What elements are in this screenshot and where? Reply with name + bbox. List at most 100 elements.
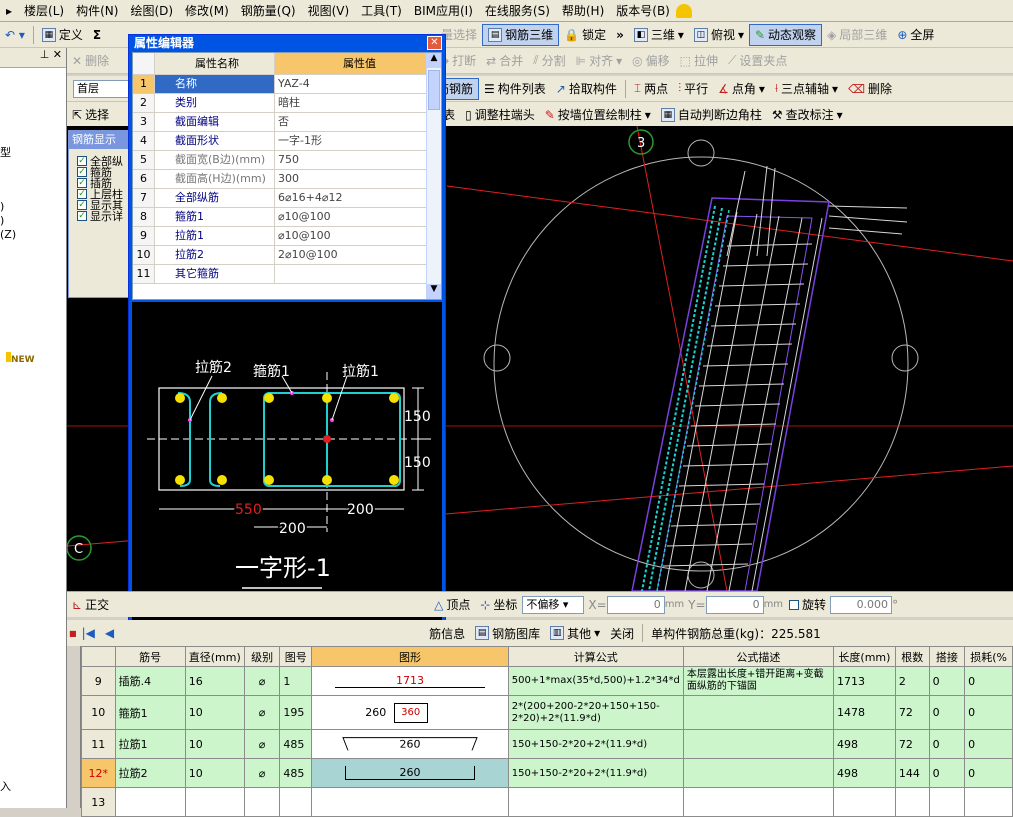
cell-loss[interactable]: 0 bbox=[964, 695, 1013, 730]
cell-count[interactable]: 72 bbox=[894, 695, 930, 730]
cell-bar-no[interactable]: 插筋.4 bbox=[114, 666, 186, 696]
property-row[interactable]: 4 截面形状 一字-1形 bbox=[133, 132, 441, 151]
vertex-button[interactable]: △ 顶点 bbox=[429, 594, 475, 616]
checkbox-icon[interactable]: ✓ bbox=[77, 155, 87, 166]
draw-by-wall-button[interactable]: ✎ 按墙位置绘制柱 ▾ bbox=[540, 104, 656, 126]
rotate-input[interactable]: 0.000 bbox=[830, 595, 893, 614]
cell-shape[interactable]: 260 bbox=[311, 729, 509, 759]
stretch-button[interactable]: ⬚ 拉伸 bbox=[675, 50, 723, 72]
menu-component[interactable]: 构件(N) bbox=[70, 2, 124, 19]
cell-lap[interactable]: 0 bbox=[928, 729, 966, 759]
overflow-button[interactable]: » bbox=[611, 24, 629, 46]
set-pinch-button[interactable]: ⟋ 设置夹点 bbox=[723, 50, 792, 72]
scroll-thumb[interactable] bbox=[428, 70, 440, 110]
tree-item-z[interactable]: (Z) bbox=[0, 228, 66, 242]
rebar-toggle-detail[interactable]: ✓ 显示详 bbox=[69, 210, 131, 223]
property-row[interactable]: 11 其它箍筋 bbox=[133, 265, 441, 284]
adjust-column-end-button[interactable]: ▯ 调整柱端头 bbox=[460, 104, 540, 126]
col-fig-no[interactable]: 图号 bbox=[279, 646, 313, 667]
menu-online[interactable]: 在线服务(S) bbox=[479, 2, 556, 19]
cell-lap[interactable]: 0 bbox=[928, 758, 966, 788]
checkbox-icon[interactable]: ✓ bbox=[77, 188, 87, 199]
menu-draw[interactable]: 绘图(D) bbox=[124, 2, 179, 19]
property-row[interactable]: 10 拉筋2 2⌀10@100 bbox=[133, 246, 441, 265]
col-desc[interactable]: 公式描述 bbox=[682, 646, 835, 667]
menu-version[interactable]: 版本号(B) bbox=[610, 2, 676, 19]
cell-shape[interactable]: 1713 bbox=[311, 666, 509, 696]
prop-value[interactable]: 否 bbox=[275, 113, 441, 131]
cell-formula[interactable]: 150+150-2*20+2*(11.9*d) bbox=[507, 758, 684, 788]
property-row[interactable]: 9 拉筋1 ⌀10@100 bbox=[133, 227, 441, 246]
menu-modify[interactable]: 修改(M) bbox=[179, 2, 235, 19]
x-input[interactable]: 0 bbox=[606, 595, 665, 614]
cell-diameter[interactable]: 10 bbox=[184, 758, 245, 788]
tree-item-type[interactable]: 型 bbox=[0, 146, 66, 160]
tree-item-paren2[interactable]: ) bbox=[0, 214, 66, 228]
left-pane-tree[interactable]: 型 ) ) (Z) NEW bbox=[0, 68, 66, 367]
define-button[interactable]: ▦ 定义 bbox=[37, 24, 88, 46]
first-record-button[interactable]: |◀ bbox=[77, 622, 100, 644]
top-view-button[interactable]: ◫ 俯视 ▾ bbox=[689, 24, 749, 46]
pin-icon[interactable]: ⊥ bbox=[40, 48, 50, 61]
scroll-up-arrow[interactable]: ▲ bbox=[427, 53, 441, 68]
parallel-button[interactable]: ⫶ 平行 bbox=[673, 78, 713, 100]
col-loss[interactable]: 损耗(% bbox=[964, 646, 1013, 667]
prev-record-button[interactable]: ◀ bbox=[100, 622, 119, 644]
table-row[interactable]: 13 bbox=[81, 787, 1013, 817]
col-length[interactable]: 长度(mm) bbox=[833, 646, 896, 667]
offset-button[interactable]: ◎ 偏移 bbox=[627, 50, 675, 72]
cell-lap[interactable] bbox=[928, 787, 966, 817]
cell-fig-no[interactable] bbox=[279, 787, 313, 817]
left-pane-bottom[interactable]: 入 bbox=[0, 778, 11, 794]
row-index[interactable]: 10 bbox=[81, 695, 116, 730]
cell-bar-no[interactable]: 拉筋1 bbox=[114, 729, 186, 759]
cell-length[interactable]: 1478 bbox=[833, 695, 896, 730]
cell-desc[interactable] bbox=[682, 787, 835, 817]
property-row[interactable]: 8 箍筋1 ⌀10@100 bbox=[133, 208, 441, 227]
lock-button[interactable]: 🔒 锁定 bbox=[559, 24, 611, 46]
point-angle-button[interactable]: ∡ 点角 ▾ bbox=[713, 78, 770, 100]
checkbox-icon[interactable]: ✓ bbox=[77, 199, 87, 210]
col-lap[interactable]: 搭接 bbox=[928, 646, 966, 667]
cell-count[interactable]: 2 bbox=[894, 666, 930, 696]
align-button[interactable]: ⊫ 对齐 ▾ bbox=[571, 50, 628, 72]
cell-bar-no[interactable]: 拉筋2 bbox=[114, 758, 186, 788]
property-row[interactable]: 5 截面宽(B边)(mm) 750 bbox=[133, 151, 441, 170]
sum-button[interactable]: Σ bbox=[88, 24, 106, 46]
cell-grade[interactable]: ⌀ bbox=[243, 758, 281, 788]
menu-view[interactable]: 视图(V) bbox=[302, 2, 356, 19]
col-formula[interactable]: 计算公式 bbox=[507, 646, 684, 667]
cell-length[interactable]: 1713 bbox=[833, 666, 896, 696]
menu-rebar-qty[interactable]: 钢筋量(Q) bbox=[235, 2, 302, 19]
cell-desc[interactable] bbox=[682, 758, 835, 788]
view-3d-button[interactable]: ◧ 三维 ▾ bbox=[629, 24, 689, 46]
cell-lap[interactable]: 0 bbox=[928, 695, 966, 730]
cell-length[interactable]: 498 bbox=[833, 729, 896, 759]
merge-button[interactable]: ⇄ 合并 bbox=[481, 50, 528, 72]
col-count[interactable]: 根数 bbox=[894, 646, 930, 667]
check-label-button[interactable]: ⚒ 查改标注 ▾ bbox=[767, 104, 848, 126]
menu-bim[interactable]: BIM应用(I) bbox=[408, 2, 479, 19]
cell-formula[interactable]: 2*(200+200-2*20+150+150-2*20)+2*(11.9*d) bbox=[507, 695, 684, 730]
menu-floor[interactable]: 楼层(L) bbox=[18, 2, 70, 19]
col-shape[interactable]: 图形 bbox=[311, 646, 509, 667]
menu-arrow[interactable]: ▸ bbox=[0, 4, 18, 18]
undo-button[interactable]: ↶ ▾ bbox=[0, 24, 30, 46]
delete-aux-button[interactable]: ⌫ 删除 bbox=[843, 78, 897, 100]
cell-grade[interactable] bbox=[243, 787, 281, 817]
cell-bar-no[interactable] bbox=[114, 787, 186, 817]
select-button[interactable]: ⇱ 选择 bbox=[67, 104, 114, 126]
component-list-button[interactable]: ☰ 构件列表 bbox=[479, 78, 551, 100]
fullscreen-button[interactable]: ⊕ 全屏 bbox=[892, 24, 939, 46]
menu-tools[interactable]: 工具(T) bbox=[355, 2, 408, 19]
prop-value[interactable]: 暗柱 bbox=[275, 94, 441, 112]
cell-loss[interactable] bbox=[964, 787, 1013, 817]
cell-desc[interactable] bbox=[682, 695, 835, 730]
cell-formula[interactable]: 150+150-2*20+2*(11.9*d) bbox=[507, 729, 684, 759]
cell-diameter[interactable]: 10 bbox=[184, 729, 245, 759]
cell-fig-no[interactable]: 485 bbox=[279, 758, 313, 788]
col-diameter[interactable]: 直径(mm) bbox=[184, 646, 245, 667]
cell-desc[interactable] bbox=[682, 729, 835, 759]
prop-value[interactable]: 750 bbox=[275, 151, 441, 169]
prop-value[interactable] bbox=[275, 265, 441, 283]
